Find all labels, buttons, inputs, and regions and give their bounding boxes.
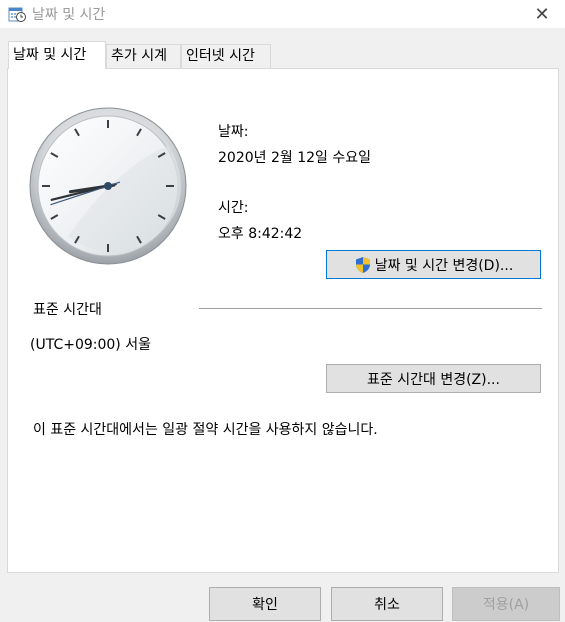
date-label: 날짜: <box>218 124 249 140</box>
date-value: 2020년 2월 12일 수요일 <box>218 150 371 166</box>
apply-button[interactable]: 적용(A) <box>452 587 560 621</box>
close-button[interactable]: ✕ <box>519 0 565 28</box>
dst-note: 이 표준 시간대에서는 일광 절약 시간을 사용하지 않습니다. <box>33 422 378 438</box>
change-date-time-label: 날짜 및 시간 변경(D)... <box>374 257 514 274</box>
cancel-button[interactable]: 취소 <box>331 587 443 621</box>
window-title: 날짜 및 시간 <box>32 7 106 23</box>
tab-internet-time[interactable]: 인터넷 시간 <box>181 44 271 68</box>
tab-date-time[interactable]: 날짜 및 시간 <box>8 41 106 69</box>
uac-shield-icon <box>355 256 370 273</box>
timezone-value: (UTC+09:00) 서울 <box>30 337 151 353</box>
time-label: 시간: <box>218 200 249 216</box>
tab-panel: 날짜: 2020년 2월 12일 수요일 시간: 오후 8:42:42 날짜 및… <box>7 68 559 573</box>
time-value: 오후 8:42:42 <box>218 226 303 242</box>
date-time-icon <box>8 7 26 22</box>
ok-button[interactable]: 확인 <box>209 587 321 621</box>
analog-clock <box>29 107 187 265</box>
change-date-time-button[interactable]: 날짜 및 시간 변경(D)... <box>326 250 541 279</box>
title-bar: 날짜 및 시간 ✕ <box>0 0 565 28</box>
change-timezone-button[interactable]: 표준 시간대 변경(Z)... <box>326 364 541 393</box>
close-icon: ✕ <box>534 3 550 25</box>
timezone-section-label: 표준 시간대 <box>33 302 102 318</box>
section-divider <box>199 308 542 309</box>
tab-additional-clocks[interactable]: 추가 시계 <box>106 44 181 68</box>
